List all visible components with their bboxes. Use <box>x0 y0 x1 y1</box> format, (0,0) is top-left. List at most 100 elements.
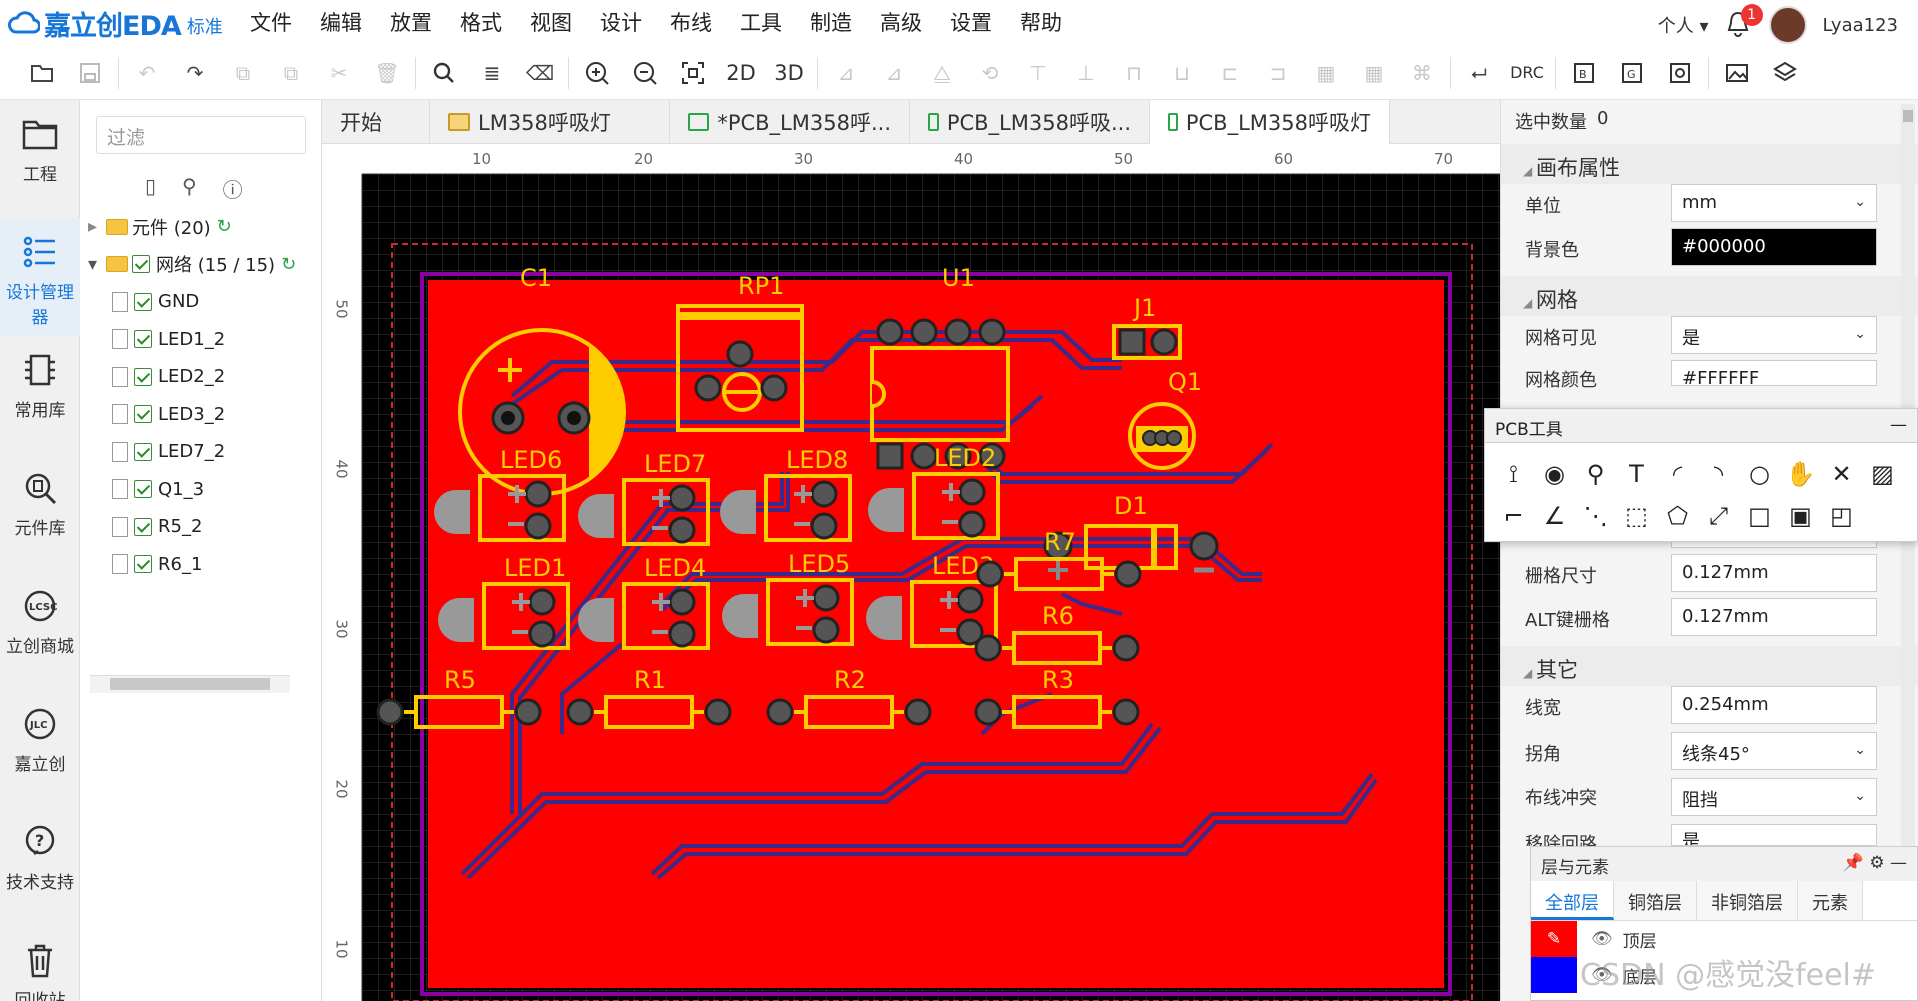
rect-icon[interactable]: □ <box>1739 495 1780 537</box>
nets-checkbox[interactable] <box>132 255 150 274</box>
nav-jlc[interactable]: JLC 嘉立创 <box>0 690 80 808</box>
layers-icon[interactable] <box>1761 53 1809 93</box>
align-top-icon[interactable]: ⊤ <box>1014 53 1062 93</box>
net-checkbox[interactable] <box>134 517 152 536</box>
refresh-icon[interactable]: ↻ <box>281 254 296 275</box>
align-left-icon[interactable]: ⊿ <box>822 53 870 93</box>
tab-pcb-2[interactable]: PCB_LM358呼吸... <box>910 100 1150 144</box>
fit-view-icon[interactable] <box>669 53 717 93</box>
net-checkbox[interactable] <box>134 367 152 386</box>
cross-icon[interactable]: ✕ <box>1821 453 1862 495</box>
tab-non-copper-layers[interactable]: 非铜箔层 <box>1697 881 1798 920</box>
view-3d-button[interactable]: 3D <box>765 53 813 93</box>
via-icon[interactable]: ◉ <box>1534 453 1575 495</box>
nav-support[interactable]: ? 技术支持 <box>0 808 80 926</box>
pick-place-icon[interactable] <box>1656 53 1704 93</box>
list-item[interactable]: LED7_2 <box>88 433 304 471</box>
grid-layout-icon[interactable]: ▦ <box>1350 53 1398 93</box>
scope-dropdown[interactable]: 个人 ▾ <box>1658 12 1709 38</box>
list-item[interactable]: LED1_2 <box>88 321 304 359</box>
menu-file[interactable]: 文件 <box>236 8 306 38</box>
menu-view[interactable]: 视图 <box>516 8 586 38</box>
rotate-icon[interactable]: ⟲ <box>966 53 1014 93</box>
menu-manufacture[interactable]: 制造 <box>796 8 866 38</box>
tab-elements[interactable]: 元素 <box>1798 881 1863 920</box>
copy-icon[interactable]: ⧉ <box>219 53 267 93</box>
paste-icon[interactable]: ⧉ <box>267 53 315 93</box>
drc-button[interactable]: DRC <box>1503 53 1551 93</box>
collapse-icon[interactable]: ▾ <box>88 254 106 275</box>
alt-grid-field[interactable]: 0.127mm <box>1671 598 1877 636</box>
menu-help[interactable]: 帮助 <box>1006 8 1076 38</box>
bell-icon[interactable]: 1 <box>1725 4 1763 40</box>
import-icon[interactable]: ⮠ <box>1455 53 1503 93</box>
net-checkbox[interactable] <box>134 330 152 349</box>
tab-project[interactable]: LM358呼吸灯 <box>430 100 670 144</box>
menu-route[interactable]: 布线 <box>656 8 726 38</box>
section-grid[interactable]: ◢ 网格 <box>1501 276 1918 316</box>
flip-icon[interactable]: ⧋ <box>918 53 966 93</box>
image-icon[interactable] <box>1713 53 1761 93</box>
app-logo[interactable]: 嘉立创EDA 标准 <box>8 6 223 42</box>
avatar[interactable] <box>1768 6 1807 44</box>
pin-icon[interactable]: 📌 ⚙ — <box>1843 853 1907 873</box>
menu-design[interactable]: 设计 <box>586 8 656 38</box>
menu-settings[interactable]: 设置 <box>936 8 1006 38</box>
line-icon[interactable]: ⌐ <box>1493 495 1534 537</box>
align-bottom-icon[interactable]: ⊥ <box>1062 53 1110 93</box>
open-icon[interactable] <box>18 53 66 93</box>
tree-nets[interactable]: ▾ 网络 (15 / 15) ↻ <box>88 246 304 284</box>
menu-edit[interactable]: 编辑 <box>306 8 376 38</box>
board-outline-icon[interactable]: ◰ <box>1821 495 1862 537</box>
eye-icon[interactable]: 👁 <box>1591 929 1613 949</box>
expand-icon[interactable]: ▸ <box>88 216 106 237</box>
distribute-v-icon[interactable]: ⊏ <box>1206 53 1254 93</box>
net-checkbox[interactable] <box>134 442 152 461</box>
track-width-field[interactable]: 0.254mm <box>1671 686 1877 724</box>
tab-pcb-1[interactable]: *PCB_LM358呼... <box>670 100 910 144</box>
nav-common-lib[interactable]: 常用库 <box>0 336 80 454</box>
pcb-drawing[interactable]: C1 RP1 U1 J1 Q1 D1 LED6 LED7 LED8 LED2LE… <box>362 174 1500 1001</box>
pcb-canvas[interactable]: C1 RP1 U1 J1 Q1 D1 LED6 LED7 LED8 LED2 L… <box>362 174 1500 1001</box>
undo-icon[interactable]: ↶ <box>123 53 171 93</box>
component-icon[interactable]: ▯ <box>145 174 156 203</box>
tab-start[interactable]: 开始 <box>322 100 430 144</box>
align-right-icon[interactable]: ⊿ <box>870 53 918 93</box>
delete-icon[interactable]: 🗑 <box>363 53 411 93</box>
net-checkbox[interactable] <box>134 480 152 499</box>
text-icon[interactable]: T <box>1616 453 1657 495</box>
find-replace-icon[interactable]: ≣ <box>468 53 516 93</box>
distribute-h-icon[interactable]: ⊔ <box>1158 53 1206 93</box>
zoom-out-icon[interactable] <box>621 53 669 93</box>
corner-select[interactable]: 线条45° ⌄ <box>1671 732 1877 770</box>
redo-icon[interactable]: ↷ <box>171 53 219 93</box>
track-icon[interactable]: ⟟ <box>1493 453 1534 495</box>
tab-pcb-active[interactable]: PCB_LM358呼吸灯 <box>1150 100 1390 144</box>
unit-select[interactable]: mm ⌄ <box>1671 184 1877 222</box>
list-item[interactable]: GND <box>88 283 304 321</box>
warning-icon[interactable]: ⓘ <box>223 174 243 203</box>
menu-tools[interactable]: 工具 <box>726 8 796 38</box>
remove-loop-select[interactable]: 是 <box>1671 824 1877 846</box>
connect-icon[interactable]: ⋱ <box>1575 495 1616 537</box>
list-item[interactable]: R5_2 <box>88 508 304 546</box>
gerber-icon[interactable]: G <box>1608 53 1656 93</box>
list-item[interactable]: LED2_2 <box>88 358 304 396</box>
region-icon[interactable]: ⬚ <box>1616 495 1657 537</box>
nav-design-manager[interactable]: 设计管理器 <box>0 218 80 336</box>
align-center-icon[interactable]: ⊓ <box>1110 53 1158 93</box>
username[interactable]: Lyaa123 <box>1823 15 1898 36</box>
arc-icon[interactable]: ◜ <box>1657 453 1698 495</box>
arc-ccw-icon[interactable]: ◝ <box>1698 453 1739 495</box>
tab-all-layers[interactable]: 全部层 <box>1531 881 1614 920</box>
grid-color-field[interactable]: #FFFFFF <box>1671 360 1877 386</box>
net-checkbox[interactable] <box>134 405 152 424</box>
list-item[interactable]: R6_1 <box>88 546 304 584</box>
save-icon[interactable] <box>66 53 114 93</box>
nav-component-lib[interactable]: 元件库 <box>0 454 80 572</box>
layer-panel-header[interactable]: 层与元素 📌 ⚙ — <box>1531 847 1917 881</box>
nav-lcsc-mall[interactable]: LCSC 立创商城 <box>0 572 80 690</box>
refresh-icon[interactable]: ↻ <box>217 216 232 237</box>
align-middle-icon[interactable]: ⊐ <box>1254 53 1302 93</box>
search-icon[interactable] <box>420 53 468 93</box>
